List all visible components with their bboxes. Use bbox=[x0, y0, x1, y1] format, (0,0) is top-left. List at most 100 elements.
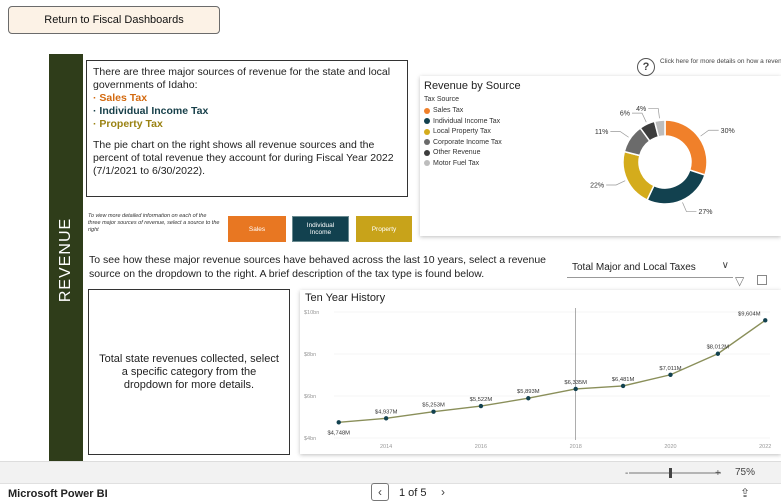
next-page-icon[interactable]: › bbox=[441, 485, 445, 499]
history-point[interactable] bbox=[668, 372, 673, 377]
revenue-band-label: REVENUE bbox=[57, 217, 74, 303]
ten-year-history-card: Ten Year History $4bn $6bn $8bn $10bn 2014 20… bbox=[300, 290, 781, 454]
history-point[interactable] bbox=[383, 416, 389, 421]
legend-label: Local Property Tax bbox=[433, 128, 491, 135]
pie-chart-svg: 30% 27% 22% 11% 6% 4% bbox=[590, 106, 735, 216]
intro-text-box: There are three major sources of revenue… bbox=[86, 60, 408, 197]
legend-label: Individual Income Tax bbox=[433, 117, 501, 125]
income-button-line-2: Income bbox=[309, 229, 332, 236]
pie-slice-label: 6% bbox=[620, 111, 630, 118]
property-button[interactable]: Property bbox=[356, 216, 412, 242]
x-tick-label: 2020 bbox=[664, 444, 676, 450]
chevron-down-icon: ∨ bbox=[721, 260, 729, 271]
tax-description-box: Total state revenues collected, select a… bbox=[88, 289, 290, 455]
history-data-label: $7,011M bbox=[659, 366, 681, 372]
source-sales-label: · Sales Tax bbox=[93, 92, 148, 104]
revenue-side-band: REVENUE bbox=[49, 54, 83, 466]
zoom-level: 75% bbox=[735, 467, 756, 478]
pie-leader-line bbox=[700, 129, 719, 137]
power-bi-brand[interactable]: Microsoft Power BI bbox=[8, 488, 108, 500]
svg-text:+: + bbox=[715, 468, 721, 479]
source-property-label: · Property Tax bbox=[93, 118, 163, 130]
legend-item: Motor Fuel Tax bbox=[424, 160, 479, 167]
revenue-by-source-card: Revenue by Source Tax Source Sales Tax In… bbox=[420, 76, 781, 236]
history-chart-title: Ten Year History bbox=[305, 292, 386, 304]
history-series-line bbox=[338, 319, 766, 423]
pie-leader-line bbox=[632, 112, 647, 123]
return-to-dashboards-button[interactable]: Return to Fiscal Dashboards bbox=[8, 6, 220, 34]
legend-label: Sales Tax bbox=[433, 107, 464, 114]
history-data-label: $4,748M bbox=[327, 430, 350, 436]
pie-leader-line bbox=[606, 180, 626, 186]
x-tick-label: 2018 bbox=[570, 444, 582, 450]
x-tick-label: 2016 bbox=[475, 444, 487, 450]
source-income-label: · Individual Income Tax bbox=[93, 105, 209, 117]
source-hint-text: To view more detailed information on eac… bbox=[88, 213, 220, 233]
individual-income-button[interactable]: Individual Income bbox=[292, 216, 349, 242]
pie-slice-label: 4% bbox=[636, 106, 646, 113]
history-point[interactable] bbox=[763, 318, 768, 323]
history-point[interactable] bbox=[336, 420, 341, 425]
legend-swatch bbox=[424, 118, 430, 124]
footer-bar bbox=[0, 483, 781, 502]
pie-slice[interactable] bbox=[646, 169, 706, 205]
history-point[interactable] bbox=[478, 403, 484, 409]
revenue-source-dropdown[interactable]: Total Major and Local Taxes ∨ bbox=[567, 258, 733, 278]
pie-slice-label: 11% bbox=[595, 129, 609, 136]
legend-item: Individual Income Tax bbox=[424, 118, 500, 125]
income-button-line-1: Individual bbox=[306, 222, 335, 229]
legend-label: Corporate Income Tax bbox=[433, 138, 502, 146]
expand-icon[interactable] bbox=[757, 275, 767, 285]
history-point[interactable] bbox=[431, 409, 436, 414]
report-canvas: Return to Fiscal Dashboards REVENUE Ther… bbox=[0, 0, 781, 502]
history-data-label: $8,012M bbox=[707, 345, 730, 351]
legend-item: Other Revenue bbox=[424, 149, 480, 156]
pie-slice[interactable] bbox=[622, 150, 655, 202]
intro-line-1: There are three major sources of revenue… bbox=[93, 66, 391, 91]
history-data-label: $6,335M bbox=[564, 380, 587, 386]
history-data-label: $4,937M bbox=[375, 409, 398, 415]
history-point[interactable] bbox=[715, 351, 721, 356]
pie-slice-label: 22% bbox=[590, 182, 604, 189]
history-point[interactable] bbox=[573, 386, 578, 392]
history-data-label: $5,253M bbox=[422, 403, 445, 409]
previous-page-icon[interactable]: ‹ bbox=[371, 483, 389, 501]
pie-slice-label: 30% bbox=[721, 128, 735, 135]
legend-label: Other Revenue bbox=[433, 149, 481, 156]
history-instructions: To see how these major revenue sources h… bbox=[89, 254, 547, 280]
pie-slice[interactable] bbox=[664, 119, 708, 176]
pie-slice-label: 27% bbox=[698, 209, 712, 216]
history-line-chart-svg: $4bn $6bn $8bn $10bn 2014 2016 2018 2020 2022 $4,… bbox=[304, 308, 771, 450]
history-data-label: $6,481M bbox=[612, 377, 635, 383]
history-data-label: $5,522M bbox=[470, 397, 493, 403]
status-bar: - + bbox=[0, 461, 781, 483]
legend-swatch bbox=[424, 149, 430, 156]
question-icon[interactable]: ? bbox=[637, 58, 655, 76]
pie-leader-line bbox=[648, 108, 660, 119]
legend-swatch bbox=[424, 128, 430, 135]
share-icon[interactable]: ⇪ bbox=[740, 486, 750, 500]
legend-swatch bbox=[424, 107, 430, 114]
sales-button[interactable]: Sales bbox=[228, 216, 286, 242]
history-data-label: $9,604M bbox=[738, 311, 761, 317]
legend-item: Corporate Income Tax bbox=[424, 139, 502, 146]
zoom-slider[interactable]: - + bbox=[625, 465, 725, 481]
pie-leader-line bbox=[682, 202, 697, 212]
legend-item: Local Property Tax bbox=[424, 128, 491, 135]
y-tick-label: $10bn bbox=[304, 310, 319, 316]
legend-item: Sales Tax bbox=[424, 107, 463, 114]
help-link-text[interactable]: Click here for more details on how a rev… bbox=[660, 58, 781, 66]
svg-text:-: - bbox=[625, 468, 628, 479]
page-indicator: 1 of 5 bbox=[399, 487, 427, 499]
history-data-label: $5,893M bbox=[517, 389, 540, 395]
legend-swatch bbox=[424, 160, 430, 166]
intro-line-2: The pie chart on the right shows all rev… bbox=[93, 139, 394, 177]
x-tick-label: 2014 bbox=[380, 444, 392, 450]
history-point[interactable] bbox=[526, 396, 531, 401]
dropdown-value: Total Major and Local Taxes bbox=[572, 262, 696, 273]
filter-icon[interactable]: ▽ bbox=[735, 274, 744, 288]
y-tick-label: $6bn bbox=[304, 394, 316, 400]
legend-swatch bbox=[424, 139, 430, 145]
legend-label: Motor Fuel Tax bbox=[433, 159, 480, 167]
history-point[interactable] bbox=[620, 383, 626, 389]
